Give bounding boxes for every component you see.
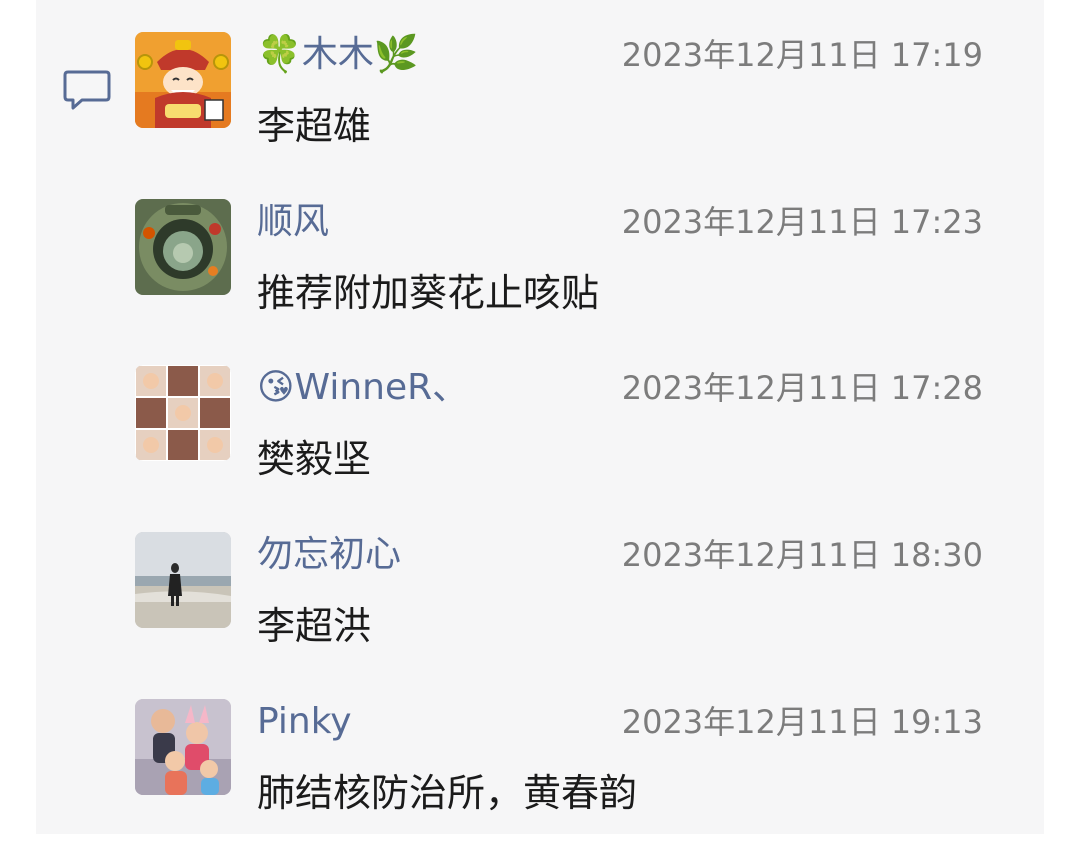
family-photo-avatar bbox=[135, 699, 231, 795]
comment-time: 2023年12月11日 19:13 bbox=[621, 703, 983, 741]
avatar[interactable] bbox=[135, 532, 231, 628]
comment-text: 李超洪 bbox=[257, 604, 372, 648]
god-of-wealth-cartoon-avatar bbox=[135, 32, 231, 128]
photo-grid-avatar bbox=[135, 365, 231, 461]
commenter-name[interactable]: 勿忘初心 bbox=[257, 532, 401, 578]
comment-time: 2023年12月11日 17:19 bbox=[621, 36, 983, 74]
comment-text: 推荐附加葵花止咳贴 bbox=[257, 271, 600, 315]
fisheye-photo-avatar bbox=[135, 199, 231, 295]
comment-item[interactable]: 🍀木木🌿 2023年12月11日 17:19 李超雄 bbox=[135, 32, 995, 148]
commenter-name[interactable]: 🍀木木🌿 bbox=[257, 32, 419, 78]
avatar[interactable] bbox=[135, 32, 231, 128]
commenter-name[interactable]: 😘WinneR、 bbox=[257, 365, 468, 411]
comment-item[interactable]: 顺风 2023年12月11日 17:23 推荐附加葵花止咳贴 bbox=[135, 199, 995, 315]
avatar[interactable] bbox=[135, 699, 231, 795]
comment-item[interactable]: Pinky 2023年12月11日 19:13 肺结核防治所，黄春韵 bbox=[135, 699, 995, 815]
avatar[interactable] bbox=[135, 199, 231, 295]
comment-item[interactable]: 😘WinneR、 2023年12月11日 17:28 樊毅坚 bbox=[135, 365, 995, 481]
beach-person-avatar bbox=[135, 532, 231, 628]
comment-time: 2023年12月11日 18:30 bbox=[621, 536, 983, 574]
comment-text: 肺结核防治所，黄春韵 bbox=[257, 771, 638, 815]
comment-bubble-icon bbox=[63, 70, 111, 110]
avatar[interactable] bbox=[135, 365, 231, 461]
commenter-name[interactable]: Pinky bbox=[257, 699, 352, 745]
comment-item[interactable]: 勿忘初心 2023年12月11日 18:30 李超洪 bbox=[135, 532, 995, 648]
comment-text: 李超雄 bbox=[257, 104, 372, 148]
comment-text: 樊毅坚 bbox=[257, 437, 372, 481]
commenter-name[interactable]: 顺风 bbox=[257, 199, 329, 245]
comment-time: 2023年12月11日 17:28 bbox=[621, 369, 983, 407]
comment-time: 2023年12月11日 17:23 bbox=[621, 203, 983, 241]
